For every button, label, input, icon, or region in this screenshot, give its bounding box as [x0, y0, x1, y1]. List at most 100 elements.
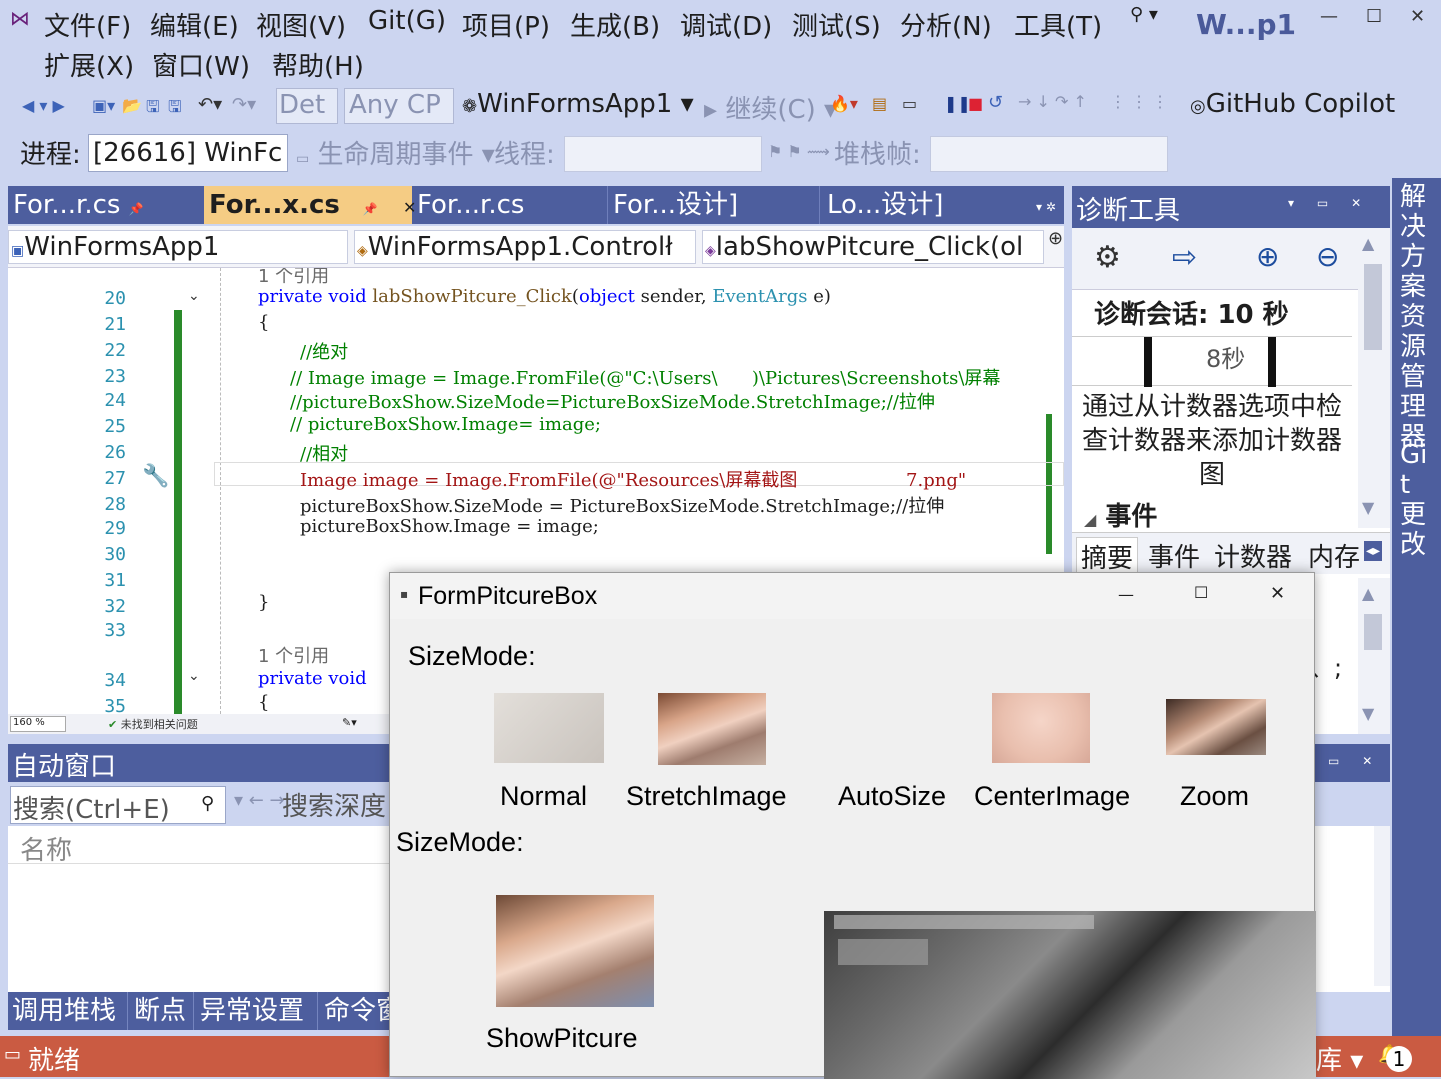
window-icon[interactable]: ▭ [902, 94, 917, 113]
label-center-image[interactable]: CenterImage [974, 781, 1130, 812]
new-project-icon[interactable]: ▣▾ [92, 96, 115, 115]
step-icons[interactable]: → ↓ ↷ ↑ [1018, 92, 1087, 111]
stop-icon[interactable]: ■ [968, 94, 983, 113]
label-normal[interactable]: Normal [500, 781, 587, 812]
tab-counters[interactable]: 计数器 [1214, 537, 1292, 574]
column-header-name[interactable]: 名称 [20, 830, 72, 867]
search-icon[interactable]: ⚲ ▾ [1130, 4, 1158, 25]
tab-form-designer-2[interactable]: For...设计] [608, 186, 820, 224]
nav-arrows-icon[interactable]: ▾ ← → [234, 790, 285, 811]
tab-call-stack[interactable]: 调用堆栈 [8, 992, 128, 1030]
save-all-icon[interactable]: 🖫 [168, 96, 182, 123]
tab-form-cs-2[interactable]: For...r.cs [412, 186, 608, 224]
menu-project[interactable]: 项目(P) [462, 6, 550, 43]
menu-build[interactable]: 生成(B) [570, 6, 660, 43]
tab-overflow-icon[interactable]: ◂▸ [1364, 541, 1383, 561]
lifecycle-events-button[interactable]: ▭ 生命周期事件 ▾ [296, 134, 495, 171]
scrollbar[interactable] [1374, 826, 1390, 986]
label-zoom[interactable]: Zoom [1180, 781, 1249, 812]
platform-dropdown[interactable]: Any CP [344, 88, 454, 124]
menu-view[interactable]: 视图(V) [256, 6, 346, 43]
search-depth-label[interactable]: 搜索深度 [282, 786, 386, 823]
split-editor-icon[interactable]: ⊕ [1048, 228, 1063, 249]
github-copilot-button[interactable]: ◎GitHub Copilot [1190, 89, 1395, 119]
collapse-icon[interactable]: ⌄ [188, 288, 200, 304]
menu-help[interactable]: 帮助(H) [272, 46, 364, 83]
tab-events[interactable]: 事件 [1148, 537, 1200, 574]
member-dropdown[interactable]: ◈labShowPitcure_Click(ol [702, 230, 1044, 264]
timeline[interactable]: 8秒 [1072, 336, 1352, 387]
screwdriver-icon[interactable]: 🔧 [142, 464, 169, 489]
project-dropdown[interactable]: ▣WinFormsApp1 [8, 230, 348, 264]
menu-test[interactable]: 测试(S) [792, 6, 881, 43]
pause-icon[interactable]: ❚❚ [944, 94, 971, 113]
solution-explorer-tab[interactable]: 解决方案资源管理器 [1400, 182, 1432, 452]
tab-overflow-icon[interactable]: ▾ ✲ [1036, 200, 1056, 214]
ref-count[interactable]: 1 个引用 [258, 268, 329, 288]
settings-gear-icon[interactable]: ⚙ [1094, 240, 1121, 275]
menu-extensions[interactable]: 扩展(X) [44, 46, 134, 83]
flag-icons[interactable]: ⚑ ⚑ ⟿ [768, 142, 830, 161]
minimize-icon[interactable]: — [1320, 6, 1338, 27]
zoom-in-icon[interactable]: ⊕ [1256, 240, 1279, 273]
issues-indicator[interactable]: ✔ 未找到相关问题 [108, 716, 198, 732]
diag-scrollbar-2[interactable]: ▲ ▼ [1358, 578, 1390, 734]
scroll-down-icon[interactable]: ▼ [1362, 498, 1374, 517]
ref-count-2[interactable]: 1 个引用 [258, 642, 329, 668]
restart-icon[interactable]: ↺ [988, 92, 1003, 113]
tab-form-box-cs[interactable]: For...x.cs 📌 ✕ [204, 186, 416, 224]
form-minimize-icon[interactable]: — [1118, 585, 1134, 604]
menu-file[interactable]: 文件(F) [44, 6, 131, 43]
export-icon[interactable]: ⇨ [1172, 240, 1197, 275]
scroll-down-icon[interactable]: ▼ [1362, 704, 1374, 723]
open-folder-icon[interactable]: 📂 [122, 96, 142, 115]
configuration-dropdown[interactable]: Det [276, 88, 338, 124]
tab-memory[interactable]: 内存 [1308, 537, 1364, 574]
picture-center[interactable] [992, 693, 1090, 763]
scroll-up-icon[interactable]: ▲ [1362, 234, 1374, 253]
picture-show-thumb[interactable] [496, 895, 654, 1007]
maximize-icon[interactable]: ☐ [1366, 6, 1382, 27]
events-section[interactable]: ◢ 事件 [1084, 496, 1157, 533]
continue-button[interactable]: ▸ 继续(C) ▾ [704, 89, 837, 126]
panel-pin-close-icons[interactable]: ▭ ✕ [1328, 754, 1372, 768]
menu-debug[interactable]: 调试(D) [680, 6, 772, 43]
tab-command-window[interactable]: 命令窗 [320, 992, 390, 1030]
label-autosize[interactable]: AutoSize [838, 781, 946, 812]
menu-window[interactable]: 窗口(W) [152, 46, 250, 83]
zoom-dropdown[interactable]: 160 % [10, 716, 66, 732]
form-maximize-icon[interactable]: ☐ [1194, 583, 1208, 602]
hot-reload-icon[interactable]: 🔥▾ [830, 94, 858, 113]
tab-form-designer-1[interactable]: For...r.cs 📌 [8, 186, 202, 224]
zoom-out-icon[interactable]: ⊖ [1316, 240, 1339, 273]
label-stretch-image[interactable]: StretchImage [626, 781, 787, 812]
panel-menu-icons[interactable]: ▾ ▭ ✕ [1288, 196, 1361, 210]
menu-git[interactable]: Git(G) [368, 6, 446, 36]
picture-box-show[interactable] [824, 911, 1316, 1079]
tab-breakpoints[interactable]: 断点 [130, 992, 194, 1030]
tab-exception-settings[interactable]: 异常设置 [196, 992, 318, 1030]
undo-icon[interactable]: ↶▾ [198, 94, 222, 115]
collapse-icon-2[interactable]: ⌄ [188, 668, 200, 684]
status-repo[interactable]: 库 ▾ [1316, 1040, 1363, 1077]
save-icon[interactable]: 🖫 [146, 96, 160, 123]
more-icons[interactable]: ⋮ ⋮ ⋮ [1110, 92, 1168, 111]
thread-dropdown[interactable] [564, 136, 762, 172]
stack-frame-dropdown[interactable] [930, 136, 1168, 172]
picture-normal[interactable] [494, 693, 604, 763]
menu-tools[interactable]: 工具(T) [1014, 6, 1102, 43]
process-dropdown[interactable]: [26616] WinFc [88, 134, 288, 172]
picture-stretch[interactable] [658, 693, 766, 765]
tab-login-designer[interactable]: Lo...设计] [822, 186, 1034, 224]
close-icon[interactable]: ✕ [1410, 6, 1425, 27]
picture-zoom[interactable] [1166, 699, 1266, 755]
git-changes-tab[interactable]: Git 更改 [1400, 440, 1432, 560]
menu-analyze[interactable]: 分析(N) [900, 6, 992, 43]
startup-project-dropdown[interactable]: ❁WinFormsApp1 ▾ [462, 89, 694, 119]
class-dropdown[interactable]: ◈WinFormsApp1.Controlł [354, 230, 696, 264]
back-icon[interactable]: ◀ ▾ ▶ [22, 96, 65, 115]
auto-search-input[interactable]: 搜索(Ctrl+E) ⚲ [10, 786, 226, 825]
redo-icon[interactable]: ↷▾ [232, 94, 256, 115]
form-close-icon[interactable]: ✕ [1270, 583, 1285, 604]
tab-summary[interactable]: 摘要 [1076, 537, 1139, 576]
